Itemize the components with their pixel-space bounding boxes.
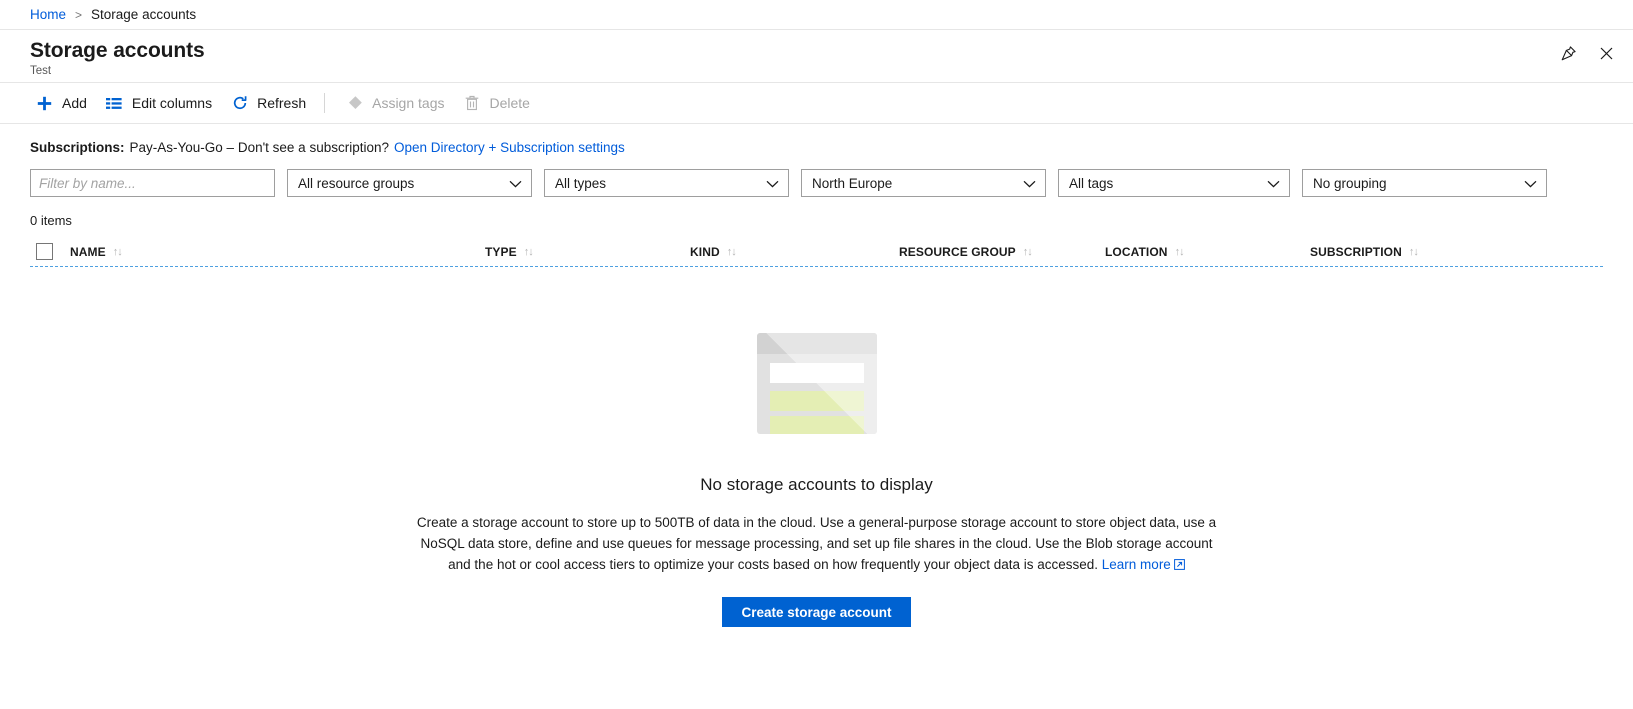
edit-columns-label: Edit columns: [132, 95, 212, 111]
delete-button[interactable]: Delete: [453, 88, 538, 118]
column-header-resource-group[interactable]: RESOURCE GROUP ↑↓: [899, 245, 1032, 259]
add-label: Add: [62, 95, 87, 111]
command-bar: Add Edit columns Refresh: [0, 83, 1633, 124]
tags-filter[interactable]: All tags: [1058, 169, 1290, 197]
column-header-kind-label: KIND: [690, 245, 720, 259]
item-count: 0 items: [0, 197, 1633, 228]
column-header-resource-group-label: RESOURCE GROUP: [899, 245, 1016, 259]
subscriptions-value: Pay-As-You-Go – Don't see a subscription…: [130, 140, 389, 155]
location-filter-value: North Europe: [812, 176, 892, 191]
column-header-location-label: LOCATION: [1105, 245, 1168, 259]
illustration-row-white: [770, 363, 864, 383]
chevron-down-icon: [1023, 176, 1036, 191]
close-icon: [1598, 45, 1615, 65]
tags-filter-value: All tags: [1069, 176, 1113, 191]
column-header-name-label: NAME: [70, 245, 106, 259]
type-filter[interactable]: All types: [544, 169, 789, 197]
column-header-name[interactable]: NAME ↑↓: [70, 245, 122, 259]
edit-columns-button[interactable]: Edit columns: [96, 88, 221, 118]
sort-icon: ↑↓: [1175, 246, 1184, 258]
column-header-location[interactable]: LOCATION ↑↓: [1105, 245, 1184, 259]
breadcrumb: Home > Storage accounts: [0, 0, 1633, 30]
column-header-subscription[interactable]: SUBSCRIPTION ↑↓: [1310, 245, 1418, 259]
filter-by-name-input[interactable]: [30, 169, 275, 197]
column-header-type[interactable]: TYPE ↑↓: [485, 245, 533, 259]
sort-icon: ↑↓: [1409, 246, 1418, 258]
location-filter[interactable]: North Europe: [801, 169, 1046, 197]
empty-state: No storage accounts to display Create a …: [0, 267, 1633, 627]
subscriptions-label: Subscriptions:: [30, 140, 125, 155]
sort-icon: ↑↓: [524, 246, 533, 258]
plus-icon: [35, 94, 54, 113]
illustration-row-highlight-1: [770, 391, 864, 411]
sort-icon: ↑↓: [727, 246, 736, 258]
empty-state-title: No storage accounts to display: [700, 475, 932, 495]
page-header: Storage accounts Test: [0, 30, 1633, 83]
columns-icon: [105, 94, 124, 113]
page-subtitle: Test: [30, 64, 1633, 79]
window-actions: [1553, 40, 1621, 70]
delete-label: Delete: [489, 95, 529, 111]
pin-icon: [1560, 45, 1577, 65]
grouping-filter-value: No grouping: [1313, 176, 1387, 191]
refresh-button[interactable]: Refresh: [221, 88, 315, 118]
empty-state-description-text: Create a storage account to store up to …: [417, 515, 1216, 572]
subscriptions-bar: Subscriptions: Pay-As-You-Go – Don't see…: [0, 124, 1633, 155]
breadcrumb-separator-icon: >: [75, 8, 82, 22]
column-header-type-label: TYPE: [485, 245, 517, 259]
breadcrumb-home-link[interactable]: Home: [30, 7, 66, 22]
select-all-checkbox[interactable]: [36, 243, 53, 260]
chevron-down-icon: [766, 176, 779, 191]
close-button[interactable]: [1591, 40, 1621, 70]
assign-tags-label: Assign tags: [372, 95, 444, 111]
learn-more-link[interactable]: Learn more: [1102, 557, 1185, 572]
breadcrumb-current: Storage accounts: [91, 7, 196, 22]
chevron-down-icon: [1524, 176, 1537, 191]
pin-button[interactable]: [1553, 40, 1583, 70]
trash-icon: [462, 94, 481, 113]
refresh-icon: [230, 94, 249, 113]
tag-icon: [345, 94, 364, 113]
illustration-row-highlight-2: [770, 416, 864, 434]
table-header-row: NAME ↑↓ TYPE ↑↓ KIND ↑↓ RESOURCE GROUP ↑…: [30, 237, 1603, 267]
storage-card-illustration: [757, 333, 877, 434]
filter-bar: All resource groups All types North Euro…: [0, 155, 1633, 197]
resource-group-filter-value: All resource groups: [298, 176, 414, 191]
grouping-filter[interactable]: No grouping: [1302, 169, 1547, 197]
sort-icon: ↑↓: [113, 246, 122, 258]
column-header-subscription-label: SUBSCRIPTION: [1310, 245, 1402, 259]
chevron-down-icon: [1267, 176, 1280, 191]
create-storage-account-button[interactable]: Create storage account: [722, 597, 910, 627]
toolbar-divider: [324, 93, 325, 113]
page-title: Storage accounts: [30, 38, 1633, 63]
illustration-card-titlebar: [757, 333, 877, 354]
column-header-kind[interactable]: KIND ↑↓: [690, 245, 736, 259]
type-filter-value: All types: [555, 176, 606, 191]
directory-subscription-settings-link[interactable]: Open Directory + Subscription settings: [394, 140, 625, 155]
learn-more-label: Learn more: [1102, 557, 1171, 572]
add-button[interactable]: Add: [26, 88, 96, 118]
resource-group-filter[interactable]: All resource groups: [287, 169, 532, 197]
refresh-label: Refresh: [257, 95, 306, 111]
empty-state-description: Create a storage account to store up to …: [409, 512, 1225, 576]
assign-tags-button[interactable]: Assign tags: [336, 88, 453, 118]
external-link-icon: [1174, 555, 1185, 576]
illustration-card-body: [757, 333, 877, 434]
chevron-down-icon: [509, 176, 522, 191]
sort-icon: ↑↓: [1023, 246, 1032, 258]
